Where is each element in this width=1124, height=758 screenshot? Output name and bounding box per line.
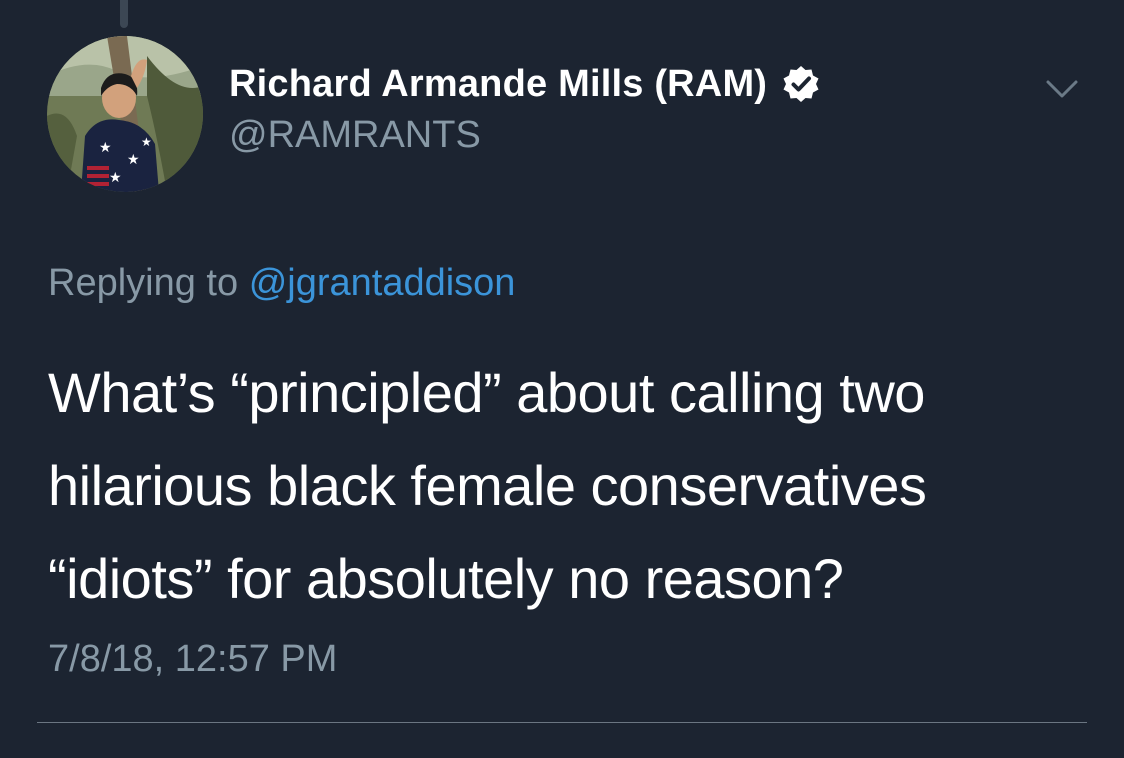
tweet-text: What’s “principled” about calling two hi… xyxy=(48,361,927,610)
divider xyxy=(37,722,1087,723)
svg-text:★: ★ xyxy=(109,170,122,186)
replying-to-line: Replying to @jgrantaddison xyxy=(48,262,515,305)
chevron-down-icon[interactable] xyxy=(1042,74,1082,104)
replying-to-link[interactable]: @jgrantaddison xyxy=(249,262,516,304)
replying-to-label: Replying to xyxy=(48,262,239,304)
author-display-name[interactable]: Richard Armande Mills (RAM) xyxy=(229,63,767,106)
verified-badge-icon xyxy=(783,66,819,102)
author-handle[interactable]: @RAMRANTS xyxy=(229,114,481,157)
svg-text:★: ★ xyxy=(141,135,152,149)
svg-text:★: ★ xyxy=(99,140,112,156)
avatar[interactable]: ★ ★ ★ ★ xyxy=(47,36,203,192)
author-name-row: Richard Armande Mills (RAM) xyxy=(229,58,821,110)
svg-text:★: ★ xyxy=(127,152,140,168)
thread-connector-line xyxy=(120,0,128,28)
tweet-timestamp[interactable]: 7/8/18, 12:57 PM xyxy=(48,638,337,681)
avatar-image: ★ ★ ★ ★ xyxy=(47,36,203,192)
